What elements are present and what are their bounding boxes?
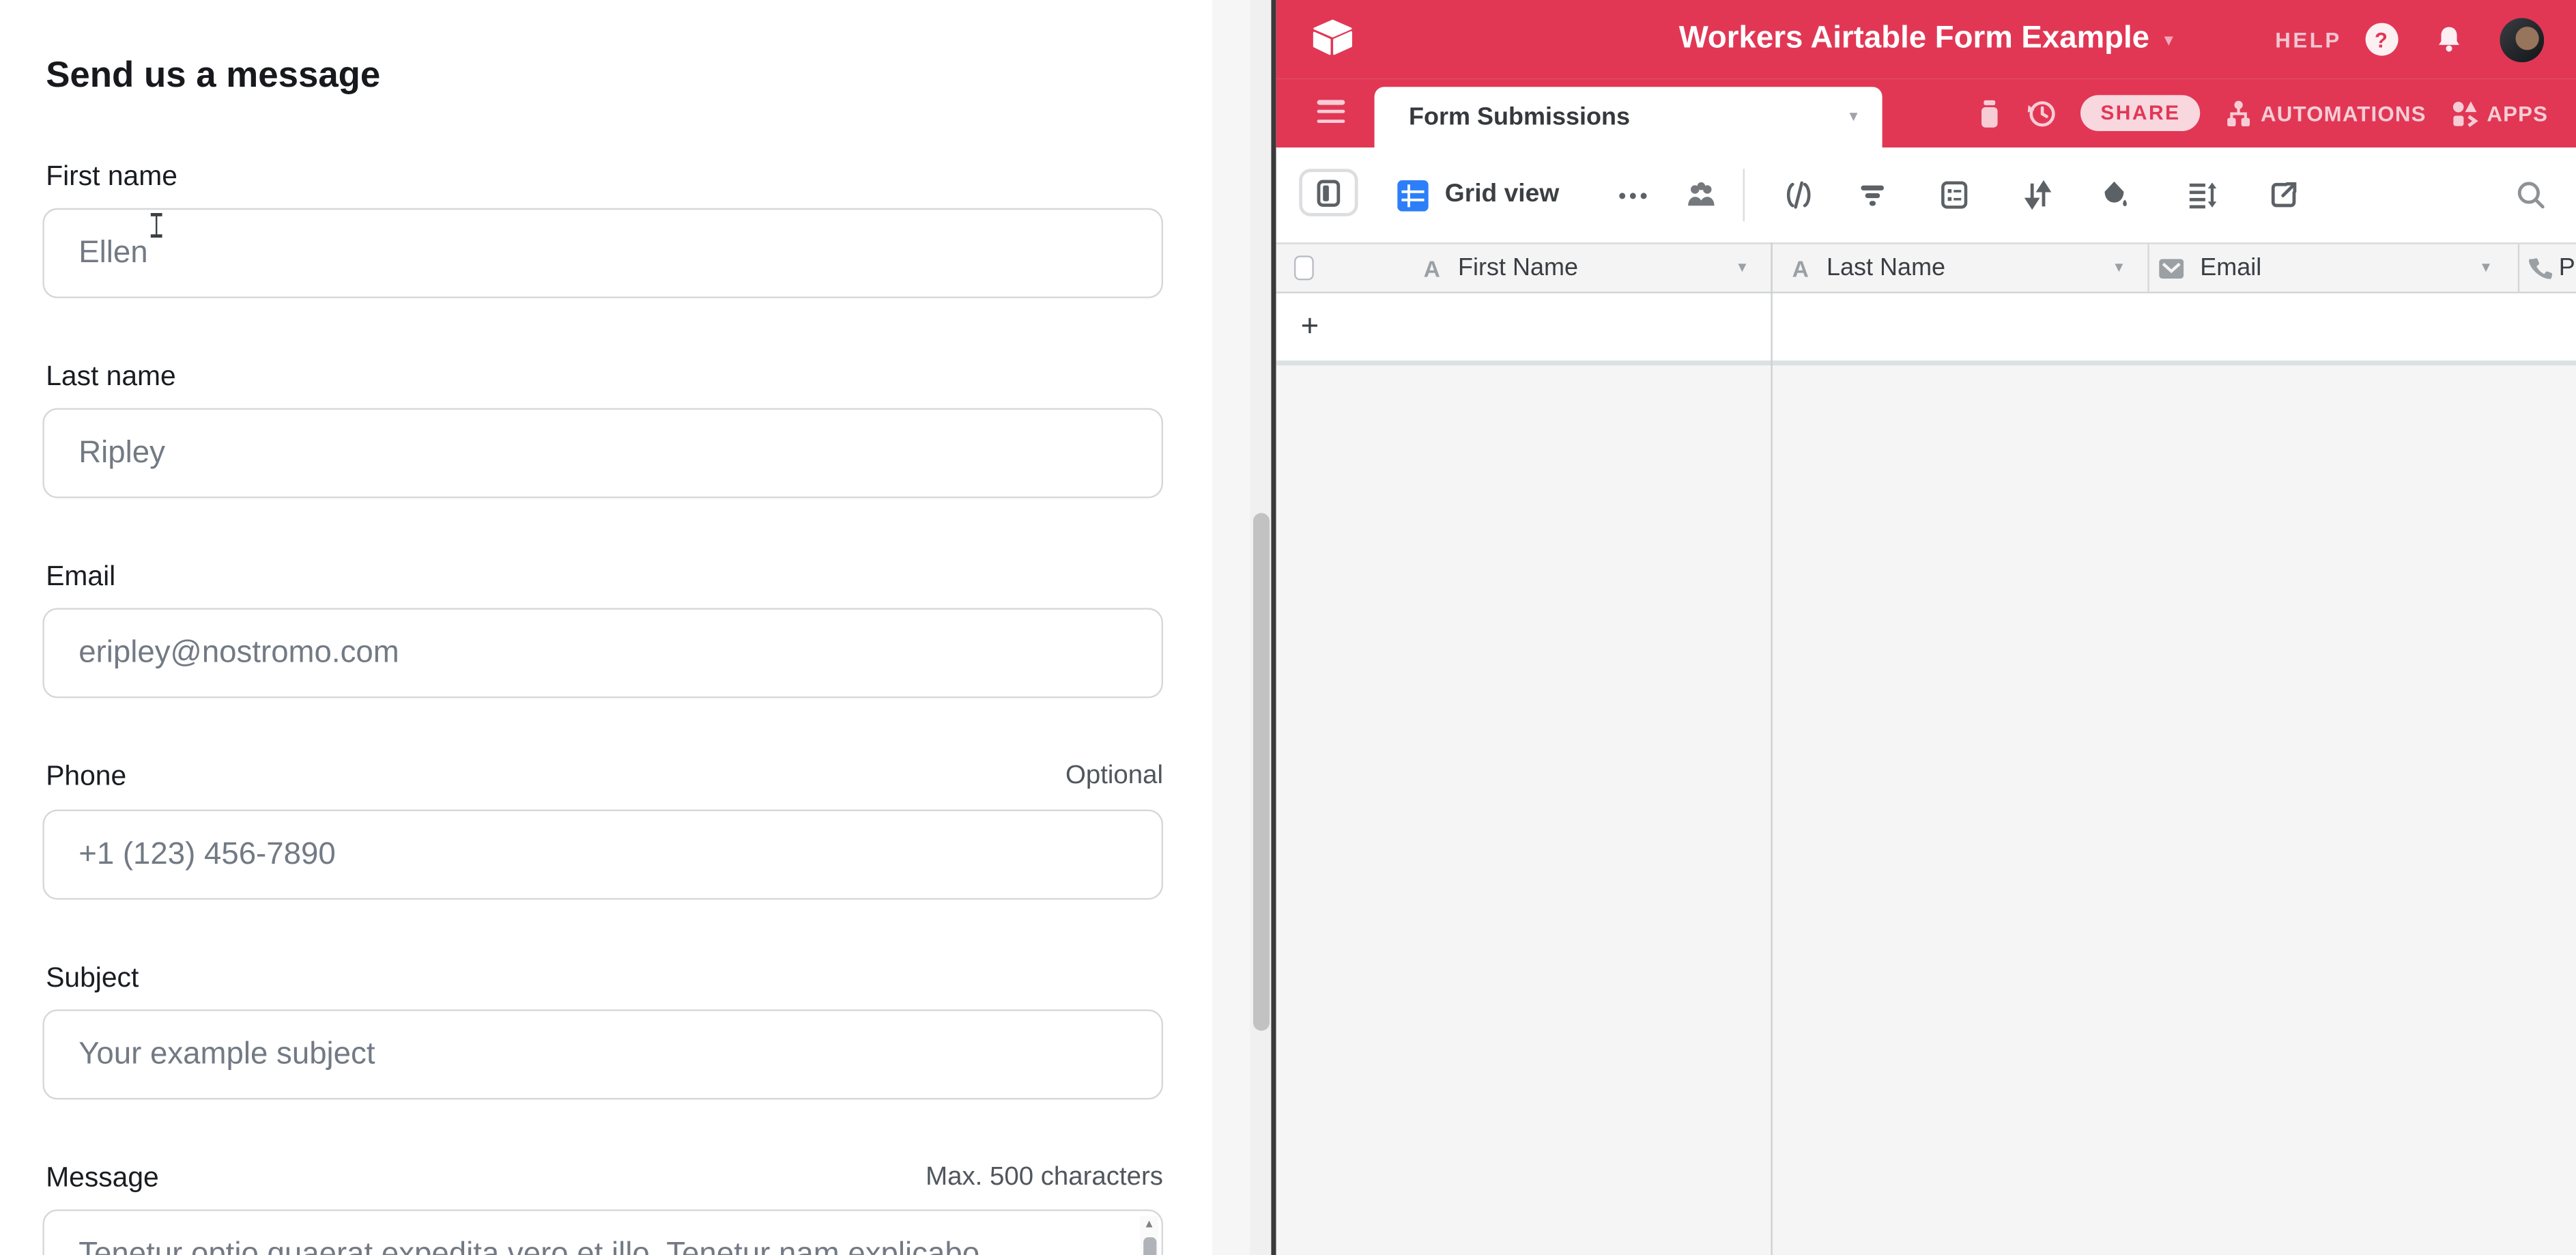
sidebar-toggle-icon: [1312, 176, 1345, 209]
add-record-plus-icon[interactable]: +: [1301, 294, 1319, 361]
message-textarea[interactable]: Tenetur optio quaerat expedita vero et i…: [42, 1209, 1163, 1255]
search-icon: [2515, 179, 2547, 212]
subject-input[interactable]: [42, 1009, 1163, 1099]
apps-icon: [2449, 98, 2480, 129]
sort-icon: [2022, 179, 2055, 212]
hide-fields-button[interactable]: [1782, 147, 1815, 242]
table-tab-bar: Form Submissions ▾ SHARE: [1276, 79, 2576, 147]
filter-icon: [1856, 179, 1889, 212]
column-header-last-name[interactable]: Last Name: [1827, 244, 1945, 292]
collaborators-icon: [1684, 179, 1718, 212]
base-title-caret-icon[interactable]: ▾: [2164, 29, 2173, 50]
base-title[interactable]: Workers Airtable Form Example: [1679, 21, 2149, 57]
add-record-row[interactable]: +: [1276, 294, 2576, 366]
select-all-checkbox[interactable]: [1294, 255, 1314, 280]
airtable-topbar: Workers Airtable Form Example ▾ HELP ?: [1276, 0, 2576, 79]
share-button[interactable]: SHARE: [2081, 95, 2201, 131]
tab-bar-right-cluster: SHARE AUTOMATIONS: [1976, 79, 2548, 147]
last-name-label: Last name: [46, 361, 176, 393]
view-name-label: Grid view: [1445, 180, 1559, 210]
filter-button[interactable]: [1856, 147, 1889, 242]
tab-form-submissions[interactable]: Form Submissions ▾: [1375, 87, 1883, 147]
sidebar-menu-icon[interactable]: [1317, 100, 1345, 123]
airtable-window: Workers Airtable Form Example ▾ HELP ? F…: [1276, 0, 2576, 1255]
message-text: Tenetur optio quaerat expedita vero et i…: [78, 1237, 979, 1255]
column-header-phone[interactable]: Phone: [2559, 244, 2576, 292]
automations-label: AUTOMATIONS: [2261, 101, 2427, 126]
field-type-email-icon: [2159, 244, 2184, 292]
trash-icon[interactable]: [1976, 98, 2004, 129]
column-header-first-name[interactable]: First Name: [1458, 244, 1578, 292]
active-table-name: Form Submissions: [1409, 87, 1630, 147]
automations-icon: [2223, 98, 2255, 129]
group-button[interactable]: [1938, 147, 1971, 242]
last-name-input[interactable]: [42, 408, 1163, 498]
phone-input[interactable]: [42, 810, 1163, 900]
grid-view-button[interactable]: [1397, 147, 1429, 242]
text-cursor-ibeam: [149, 213, 164, 238]
scaled-canvas: Send us a message First name Last name E…: [0, 0, 2576, 1255]
toolbar-divider: [1743, 169, 1745, 221]
frozen-column-divider: [1771, 242, 1772, 1255]
apps-label: APPS: [2487, 101, 2548, 126]
view-options-button[interactable]: •••: [1618, 147, 1650, 242]
table-caret-icon[interactable]: ▾: [1850, 87, 1858, 147]
share-view-button[interactable]: [2267, 147, 2300, 242]
view-toolbar: Grid view •••: [1276, 147, 2576, 242]
grid-view-icon: [1397, 180, 1429, 211]
subject-label: Subject: [46, 962, 139, 995]
form-page-gutter: [1212, 0, 1250, 1255]
view-name[interactable]: Grid view: [1445, 147, 1559, 242]
topbar-right-cluster: HELP ?: [2275, 0, 2543, 79]
search-button[interactable]: [2515, 147, 2547, 242]
group-icon: [1938, 179, 1971, 212]
column-divider: [2518, 244, 2519, 292]
field-type-text-icon: A: [1792, 244, 1809, 292]
color-button[interactable]: [2098, 147, 2131, 242]
apps-button[interactable]: APPS: [2449, 98, 2548, 129]
color-icon: [2098, 179, 2131, 212]
first-name-label: First name: [46, 160, 177, 193]
message-maxchars-note: Max. 500 characters: [926, 1164, 1163, 1193]
sort-button[interactable]: [2022, 147, 2055, 242]
user-avatar[interactable]: [2499, 17, 2543, 61]
column-divider: [2147, 244, 2149, 292]
email-label: Email: [46, 561, 115, 593]
first-name-input[interactable]: [42, 208, 1163, 298]
help-button[interactable]: HELP: [2275, 27, 2342, 52]
grid-header-row: A First Name ▾ A Last Name ▾ Email ▾: [1276, 242, 2576, 293]
phone-optional-note: Optional: [1065, 762, 1163, 791]
message-scrollbar[interactable]: ▲: [1140, 1216, 1158, 1255]
page-scrollbar[interactable]: [1250, 0, 1271, 1255]
help-question-icon[interactable]: ?: [2364, 23, 2397, 56]
phone-label: Phone: [46, 761, 126, 793]
share-view-icon: [2267, 179, 2300, 212]
screenshot: Send us a message First name Last name E…: [0, 0, 2576, 1255]
window-edge-divider: [1271, 0, 1276, 1255]
column-header-email[interactable]: Email: [2200, 244, 2261, 292]
row-height-button[interactable]: [2186, 147, 2218, 242]
message-label: Message: [46, 1162, 159, 1195]
column-caret-icon[interactable]: ▾: [2482, 244, 2490, 292]
column-caret-icon[interactable]: ▾: [2115, 244, 2123, 292]
column-caret-icon[interactable]: ▾: [1738, 244, 1746, 292]
scroll-up-arrow-icon[interactable]: ▲: [1140, 1219, 1158, 1231]
email-input[interactable]: [42, 608, 1163, 698]
row-height-icon: [2186, 179, 2218, 212]
notifications-bell-icon[interactable]: [2433, 25, 2463, 54]
ellipsis-icon: •••: [1618, 183, 1650, 208]
collaborators-button[interactable]: [1684, 147, 1718, 242]
field-type-phone-icon: [2526, 244, 2552, 292]
contact-form-pane: Send us a message First name Last name E…: [0, 0, 1212, 1255]
message-scrollbar-thumb[interactable]: [1143, 1237, 1156, 1255]
field-type-text-icon: A: [1424, 244, 1440, 292]
history-icon[interactable]: [2027, 98, 2058, 129]
automations-button[interactable]: AUTOMATIONS: [2223, 98, 2427, 129]
view-sidebar-toggle-button[interactable]: [1299, 169, 1358, 216]
form-title: Send us a message: [46, 54, 380, 96]
hide-fields-icon: [1782, 179, 1815, 212]
page-scrollbar-thumb[interactable]: [1253, 513, 1269, 1030]
